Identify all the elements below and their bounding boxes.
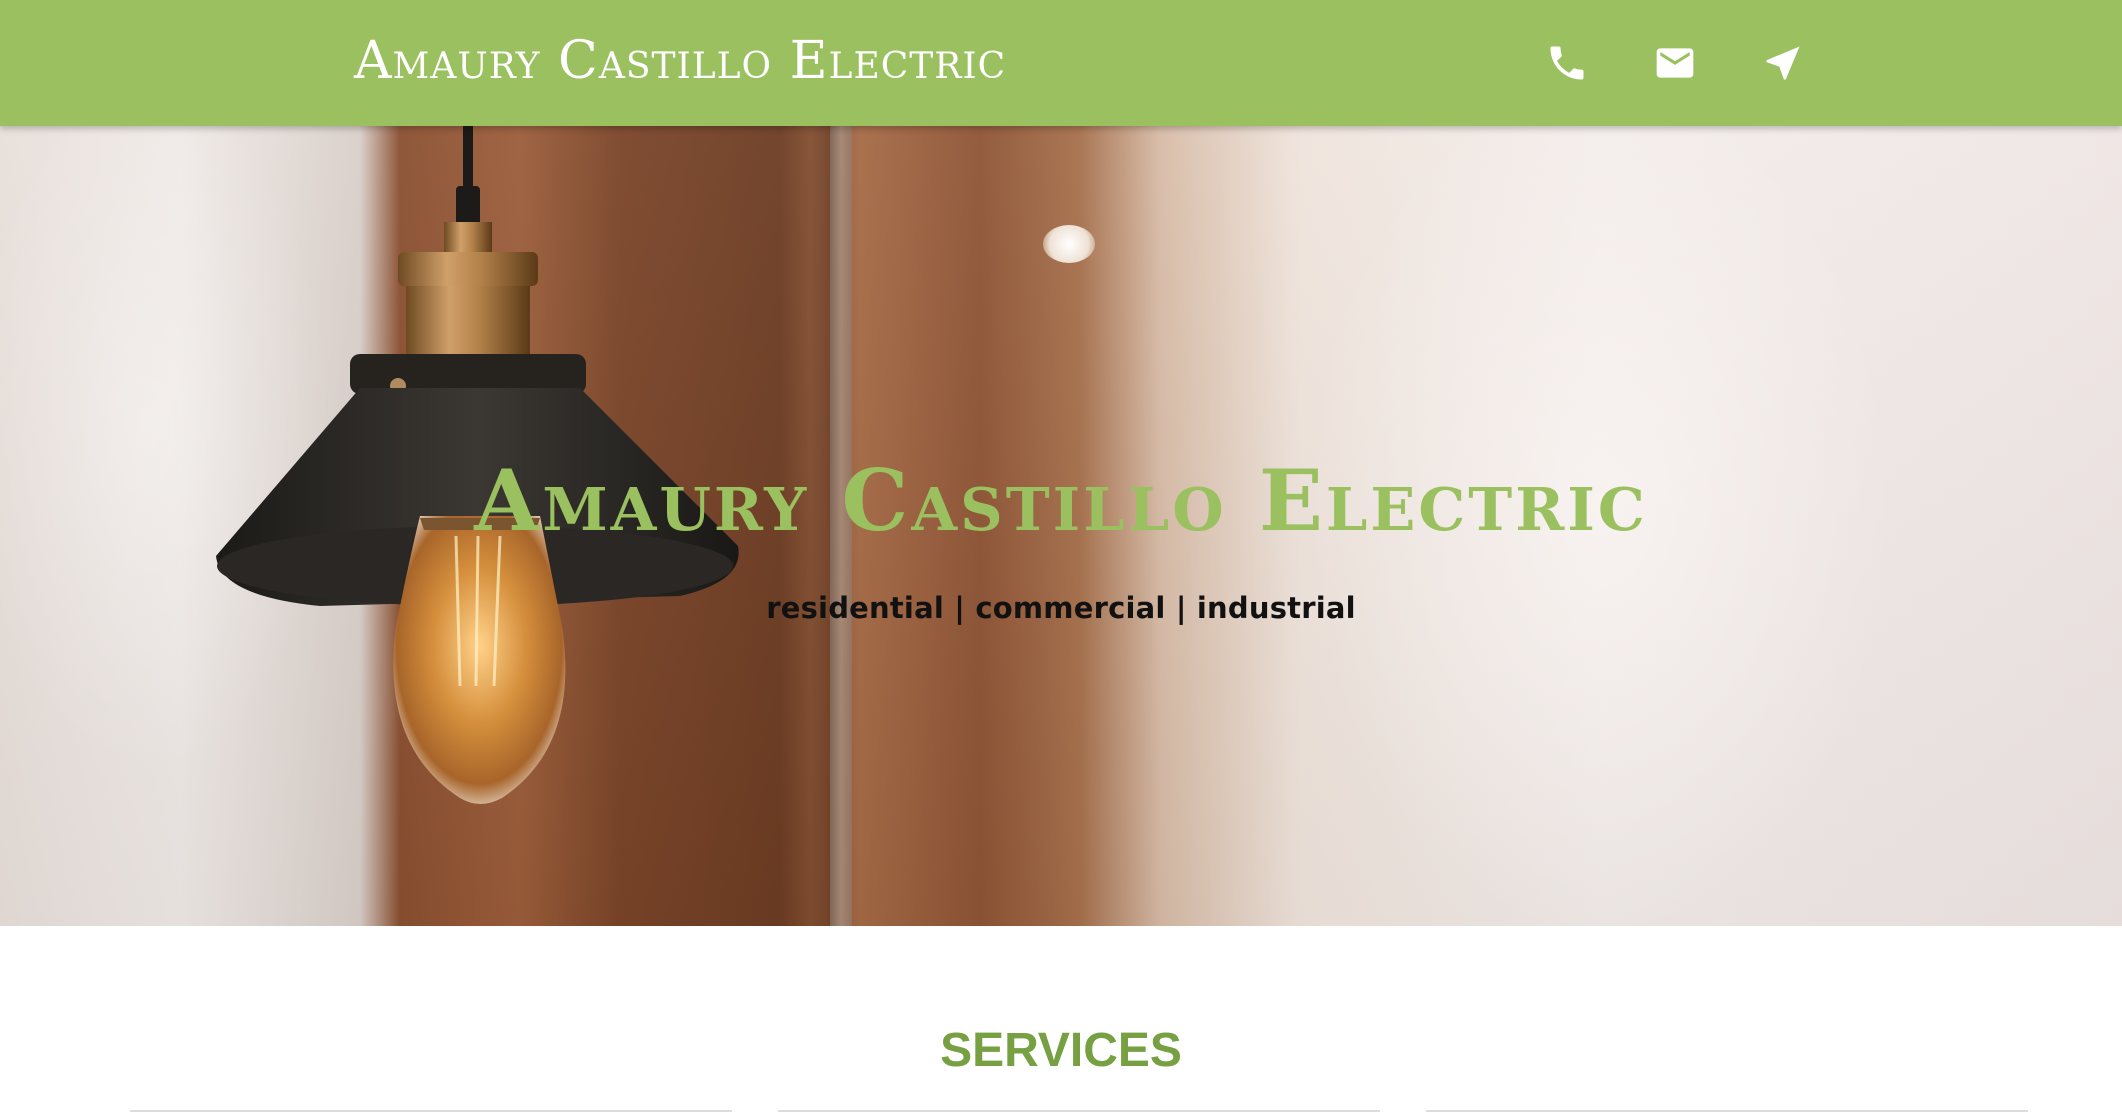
phone-icon[interactable]	[1540, 36, 1594, 90]
email-icon[interactable]	[1648, 36, 1702, 90]
hero-title: Amaury Castillo Electric	[474, 451, 1648, 550]
location-arrow-icon[interactable]	[1756, 36, 1810, 90]
services-section: SERVICES	[0, 926, 2122, 1114]
nav-icon-group	[1540, 36, 1810, 90]
brand-logo-link[interactable]: Amaury Castillo Electric	[354, 28, 1006, 94]
hero-banner: Amaury Castillo Electric residential | c…	[0, 126, 2122, 926]
top-navbar: Amaury Castillo Electric	[0, 0, 2122, 126]
service-card	[130, 1110, 732, 1114]
services-heading: SERVICES	[940, 1024, 1182, 1077]
service-card	[778, 1110, 1380, 1114]
ceiling-light	[1043, 225, 1095, 263]
hero-content: Amaury Castillo Electric residential | c…	[0, 446, 2122, 628]
service-card	[1426, 1110, 2028, 1114]
hero-subtitle: residential | commercial | industrial	[766, 591, 1356, 625]
